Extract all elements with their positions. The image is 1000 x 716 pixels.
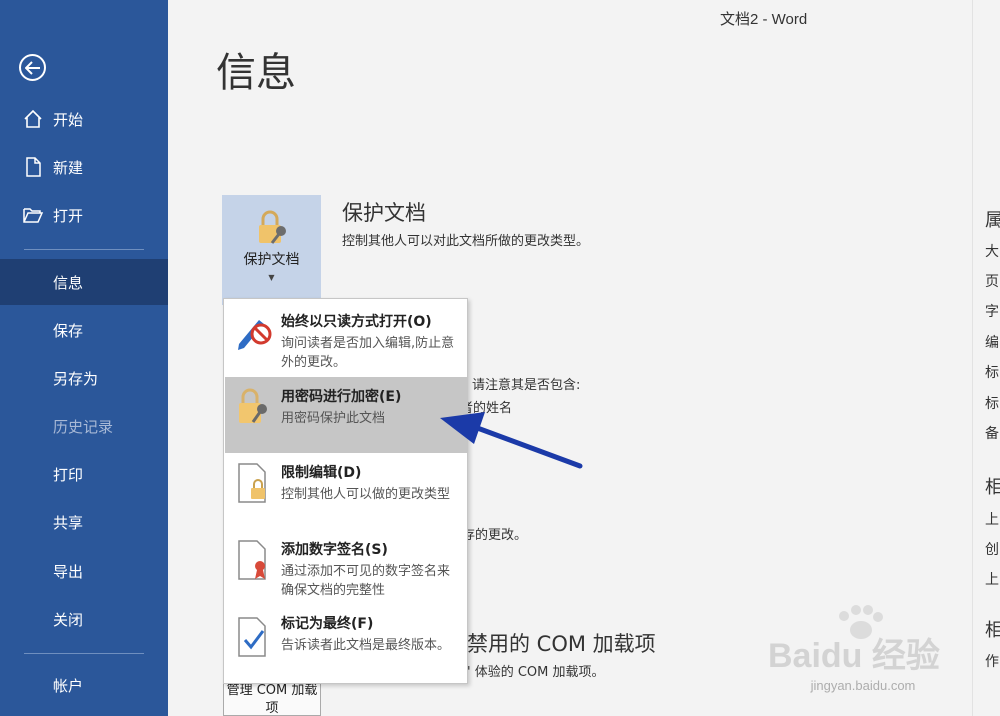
nav-save-label: 保存 [53,321,84,340]
window-title: 文档2 - Word [720,11,808,28]
nav-export[interactable]: 导出 [0,548,168,594]
menu-item-title: 限制编辑(D) [281,465,362,481]
menu-item-title: 始终以只读方式打开(O) [281,314,432,330]
nav-new[interactable]: 新建 [0,144,168,190]
com-addins-title: 禁用的 COM 加载项 [467,632,656,656]
baidu-jingyan-watermark: Baidu 经验 jingyan.baidu.com [768,604,958,704]
menu-item-description: 控制其他人可以做的更改类型 [281,487,451,502]
menu-item-read-only[interactable]: 始终以只读方式打开(O) 询问读者是否加入编辑,防止意外的更改。 [225,300,467,376]
protect-document-button-label: 保护文档 [243,252,300,268]
menu-item-mark-final[interactable]: 标记为最终(F) 告诉读者此文档是最终版本。 [225,608,467,684]
protect-document-button[interactable]: 保护文档 ▼ [222,195,321,305]
nav-close[interactable]: 关闭 [0,596,168,642]
protect-section-title: 保护文档 [342,201,426,225]
nav-open-label: 打开 [53,206,84,225]
right-panel-edge [972,0,1000,716]
property-label: 上 [985,572,999,588]
nav-share-label: 共享 [53,513,84,532]
nav-save[interactable]: 保存 [0,307,168,353]
pencil-no-edit-icon [238,320,272,350]
property-label: 字 [985,304,999,320]
chevron-down-icon: ▼ [268,273,275,282]
document-ribbon-icon [238,540,266,580]
versions-text: 存的更改。 [462,528,528,543]
nav-home-label: 开始 [53,110,84,129]
protect-document-menu: 始终以只读方式打开(O) 询问读者是否加入编辑,防止意外的更改。 用密码进行加密… [223,298,468,684]
menu-item-title: 用密码进行加密(E) [281,389,402,405]
back-arrow-icon [24,60,40,75]
lock-key-icon [239,388,267,423]
property-label: 标 [985,396,999,412]
annotation-arrow-icon [440,412,583,469]
lock-key-icon [258,210,286,244]
nav-save-as[interactable]: 另存为 [0,355,168,401]
menu-item-digital-signature[interactable]: 添加数字签名(S) 通过添加不可见的数字签名来确保文档的完整性 [225,531,467,607]
nav-info-label: 信息 [53,273,84,292]
property-label: 大 [985,244,999,260]
property-label: 作 [985,654,999,670]
property-label: 编 [985,335,999,351]
watermark-brand: Baidu 经验 [768,637,940,675]
property-label: 备 [985,426,999,442]
nav-export-label: 导出 [53,562,84,581]
properties-heading: 属 [985,210,1000,231]
document-lock-icon [238,463,266,503]
nav-home[interactable]: 开始 [0,96,168,142]
menu-item-description: 询问读者是否加入编辑,防止意外的更改。 [281,336,455,370]
nav-history: 历史记录 [0,403,168,449]
nav-print[interactable]: 打印 [0,451,168,497]
menu-item-title: 标记为最终(F) [281,616,374,632]
nav-account[interactable]: 帐户 [0,662,168,708]
backstage-sidebar: 开始 新建 打开 信息 保存 另存为 历史记录 打印 共享 导出 关闭 帐户 [0,0,168,716]
nav-print-label: 打印 [53,465,84,484]
nav-new-label: 新建 [53,158,84,177]
related-dates-heading: 相 [985,477,1000,498]
nav-account-label: 帐户 [53,676,84,695]
nav-save-as-label: 另存为 [53,369,99,388]
sidebar-divider [24,653,144,654]
com-addins-description: ' 体验的 COM 加载项。 [467,665,605,680]
menu-item-description: 通过添加不可见的数字签名来确保文档的完整性 [281,564,451,598]
nav-history-label: 历史记录 [53,417,114,436]
new-document-icon [26,157,41,177]
back-button[interactable] [19,54,46,81]
watermark-url: jingyan.baidu.com [810,678,916,693]
page-title: 信息 [216,50,296,96]
nav-open[interactable]: 打开 [0,192,168,238]
document-checkmark-icon [238,617,266,657]
property-label: 标 [985,365,999,381]
property-label: 上 [985,512,999,528]
inspect-text-line1: 请注意其是否包含: [472,378,581,393]
menu-item-description: 告诉读者此文档是最终版本。 [281,638,451,653]
nav-share[interactable]: 共享 [0,499,168,545]
menu-item-title: 添加数字签名(S) [281,542,388,558]
home-icon [24,109,42,128]
nav-info[interactable]: 信息 [0,259,168,305]
related-people-heading: 相 [985,620,1000,641]
sidebar-divider [24,249,144,250]
open-folder-icon [23,208,44,223]
protect-section-description: 控制其他人可以对此文档所做的更改类型。 [342,234,590,249]
property-label: 页 [985,274,999,290]
property-label: 创 [985,542,999,558]
nav-close-label: 关闭 [53,610,84,629]
